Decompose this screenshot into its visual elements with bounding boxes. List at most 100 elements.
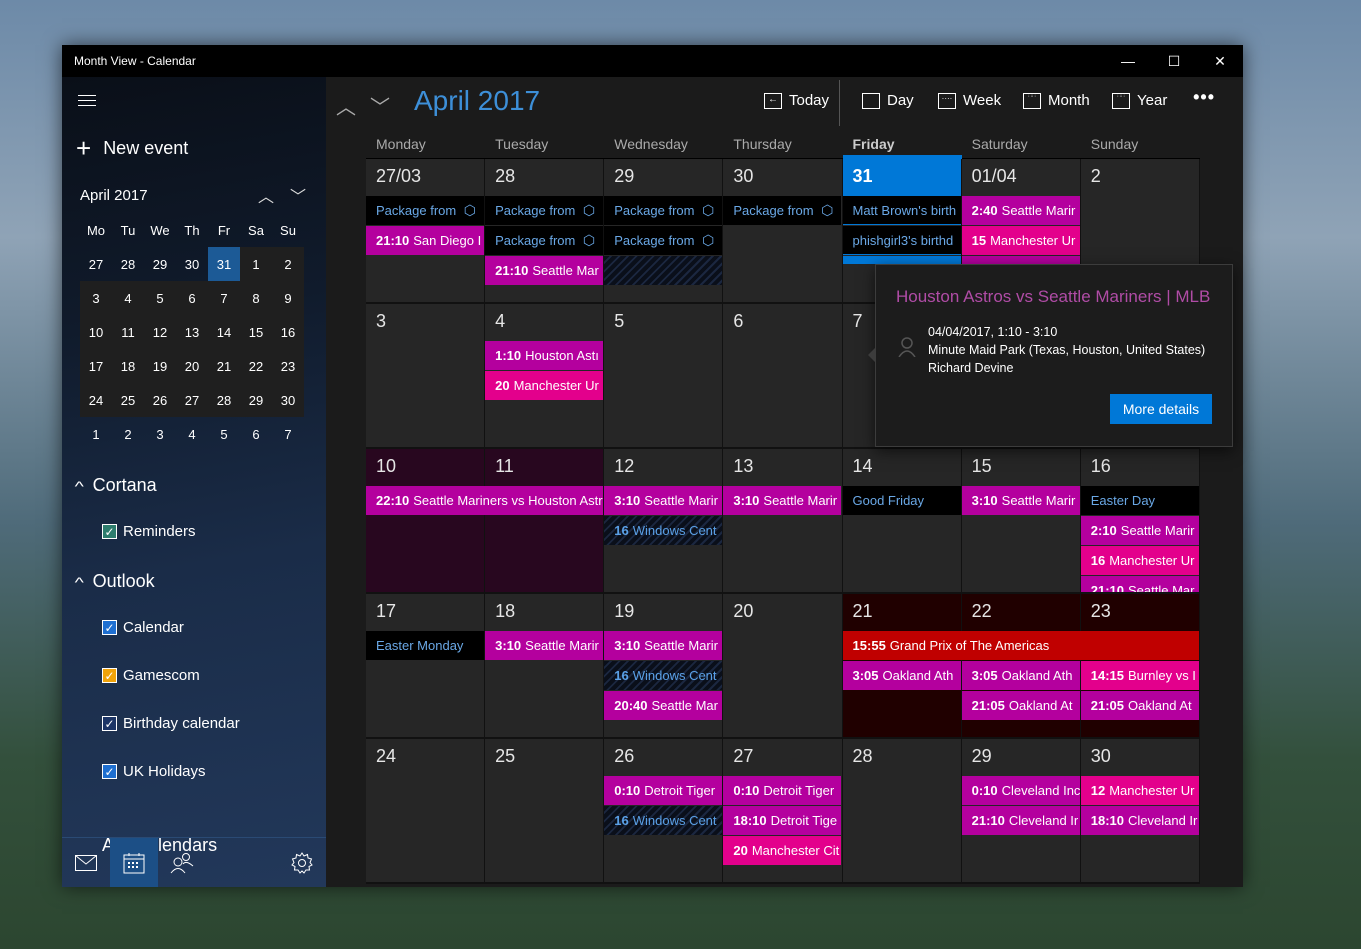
day-cell[interactable]: 18 3:10 Seattle Marir — [485, 594, 605, 737]
checkbox[interactable]: ✓ — [102, 524, 117, 539]
mini-calendar-day[interactable]: 4 — [112, 281, 144, 315]
mini-calendar-day[interactable]: 19 — [144, 349, 176, 383]
mini-calendar-day[interactable]: 14 — [208, 315, 240, 349]
day-cell[interactable]: 29 0:10 Cleveland Inc 21:10 Cleveland Ir — [961, 739, 1081, 882]
calendar-event[interactable]: 3:10 Seattle Marir — [485, 631, 604, 660]
calendar-event[interactable]: 16 Windows Cent — [604, 661, 723, 690]
mini-calendar-day[interactable]: 31 — [208, 247, 240, 281]
calendar-event[interactable]: 14:15 Burnley vs I — [1080, 661, 1199, 690]
mail-icon[interactable] — [62, 838, 110, 887]
previous-month-icon[interactable]: ︿ — [336, 91, 356, 120]
mini-calendar-day[interactable]: 22 — [240, 349, 272, 383]
month-view-button[interactable]: ∷∷ Month — [1023, 92, 1090, 109]
mini-calendar-day[interactable]: 29 — [240, 383, 272, 417]
calendar-event[interactable]: 2:40 Seattle Marir — [961, 196, 1080, 225]
more-details-button[interactable]: More details — [1110, 394, 1212, 424]
calendar-toggle[interactable]: ✓ Gamescom — [102, 667, 200, 684]
calendar-event[interactable]: 3:10 Seattle Marir — [604, 486, 723, 515]
day-cell[interactable]: 13 3:10 Seattle Marir — [723, 449, 843, 592]
next-month-icon[interactable]: ﹀ — [370, 91, 390, 120]
day-view-button[interactable]: Day — [862, 92, 914, 109]
day-cell[interactable]: 29 Package from ⬡ Package from ⬡ — [604, 159, 724, 302]
calendar-event[interactable]: 16 Windows Cent — [604, 806, 723, 835]
calendar-event[interactable]: Easter Day — [1080, 486, 1199, 515]
mini-calendar-day[interactable]: 20 — [176, 349, 208, 383]
day-cell[interactable]: 27 0:10 Detroit Tiger 18:10 Detroit Tige 20 Ma… — [723, 739, 843, 882]
day-cell[interactable]: 21 3:05 Oakland Ath — [842, 594, 962, 737]
calendar-event[interactable]: Package from ⬡ — [485, 226, 604, 255]
day-cell[interactable]: 22 3:05 Oakland Ath 21:05 Oakland At — [961, 594, 1081, 737]
calendar-event[interactable]: Easter Monday — [366, 631, 484, 660]
close-button[interactable]: ✕ — [1197, 45, 1243, 77]
calendar-event[interactable]: 1:10 Houston Astı — [485, 341, 604, 370]
day-cell[interactable]: 30 12 Manchester Ur 18:10 Cleveland Ir — [1080, 739, 1200, 882]
calendar-icon[interactable] — [110, 838, 158, 887]
checkbox[interactable]: ✓ — [102, 764, 117, 779]
mini-calendar-day[interactable]: 27 — [80, 247, 112, 281]
mini-calendar-day[interactable]: 8 — [240, 281, 272, 315]
calendar-event[interactable]: 16 Manchester Ur — [1080, 546, 1199, 575]
people-icon[interactable] — [158, 838, 206, 887]
today-button[interactable]: ← Today — [764, 92, 829, 109]
calendar-event[interactable]: 21:10 Seattle Mar — [1080, 576, 1199, 592]
maximize-button[interactable]: ☐ — [1151, 45, 1197, 77]
mini-calendar-day[interactable]: 10 — [80, 315, 112, 349]
calendar-event[interactable]: 12 Manchester Ur — [1080, 776, 1199, 805]
calendar-event[interactable]: Package from ⬡ — [485, 196, 604, 225]
calendar-event[interactable]: 20 Manchester Cit — [723, 836, 842, 865]
day-cell[interactable]: 3 — [366, 304, 486, 447]
mini-calendar-day[interactable]: 18 — [112, 349, 144, 383]
mini-next-month-icon[interactable]: ﹀ — [290, 183, 306, 207]
calendar-event[interactable]: 3:05 Oakland Ath — [961, 661, 1080, 690]
calendar-event[interactable]: 21:05 Oakland At — [1080, 691, 1199, 720]
calendar-toggle[interactable]: ✓ Reminders — [102, 523, 196, 540]
mini-calendar-day[interactable]: 25 — [112, 383, 144, 417]
day-cell[interactable]: 12 3:10 Seattle Marir 16 Windows Cent — [604, 449, 724, 592]
day-cell[interactable]: 25 — [485, 739, 605, 882]
mini-calendar-day[interactable]: 2 — [272, 247, 304, 281]
mini-prev-month-icon[interactable]: ︿ — [258, 183, 274, 207]
day-cell[interactable]: 15 3:10 Seattle Marir — [961, 449, 1081, 592]
calendar-event[interactable]: Package from ⬡ — [366, 196, 484, 225]
calendar-event[interactable]: Matt Brown's birth — [842, 196, 961, 225]
calendar-event[interactable]: 21:10 Cleveland Ir — [961, 806, 1080, 835]
calendar-event[interactable]: 16 Windows Cent — [604, 516, 723, 545]
mini-calendar-day[interactable]: 3 — [80, 281, 112, 315]
checkbox[interactable]: ✓ — [102, 716, 117, 731]
mini-calendar-day[interactable]: 7 — [208, 281, 240, 315]
calendar-event[interactable]: Package from ⬡ — [723, 196, 842, 225]
popup-title[interactable]: Houston Astros vs Seattle Mariners | MLB — [896, 287, 1210, 307]
calendar-event[interactable]: phishgirl3's birthd — [842, 226, 961, 255]
mini-calendar-day[interactable]: 29 — [144, 247, 176, 281]
day-cell[interactable]: 30 Package from ⬡ — [723, 159, 843, 302]
year-view-button[interactable]: ∷∷ Year — [1112, 92, 1167, 109]
mini-calendar-day[interactable]: 1 — [240, 247, 272, 281]
calendar-event[interactable]: 0:10 Cleveland Inc — [961, 776, 1080, 805]
day-cell[interactable]: 28 Package from ⬡ Package from ⬡ 21:10 Seattle… — [485, 159, 605, 302]
multi-day-event[interactable]: 15:55 Grand Prix of The Americas — [842, 631, 1199, 660]
hamburger-menu-icon[interactable] — [78, 95, 96, 107]
day-cell[interactable]: 11 — [485, 449, 605, 592]
day-cell[interactable]: 28 — [842, 739, 962, 882]
mini-calendar-day[interactable]: 28 — [208, 383, 240, 417]
mini-calendar-day[interactable]: 24 — [80, 383, 112, 417]
calendar-event[interactable]: 18:10 Cleveland Ir — [1080, 806, 1199, 835]
mini-calendar-day[interactable]: 30 — [272, 383, 304, 417]
mini-calendar-day[interactable]: 4 — [176, 417, 208, 451]
mini-calendar-day[interactable]: 5 — [144, 281, 176, 315]
mini-calendar-day[interactable]: 13 — [176, 315, 208, 349]
calendar-event[interactable]: 21:10 Seattle Mar — [485, 256, 604, 285]
day-cell[interactable]: 14 Good Friday — [842, 449, 962, 592]
settings-gear-icon[interactable] — [278, 838, 326, 887]
day-cell[interactable]: 26 0:10 Detroit Tiger 16 Windows Cent — [604, 739, 724, 882]
day-cell[interactable]: 6 — [723, 304, 843, 447]
calendar-event[interactable]: 20 Manchester Ur — [485, 371, 604, 400]
calendar-event[interactable]: 18:10 Detroit Tige — [723, 806, 842, 835]
day-cell[interactable]: 17 Easter Monday — [366, 594, 486, 737]
mini-calendar-day[interactable]: 26 — [144, 383, 176, 417]
mini-calendar-day[interactable]: 27 — [176, 383, 208, 417]
mini-calendar-day[interactable]: 6 — [240, 417, 272, 451]
mini-calendar-day[interactable]: 16 — [272, 315, 304, 349]
mini-calendar-day[interactable]: 21 — [208, 349, 240, 383]
mini-calendar-day[interactable]: 6 — [176, 281, 208, 315]
